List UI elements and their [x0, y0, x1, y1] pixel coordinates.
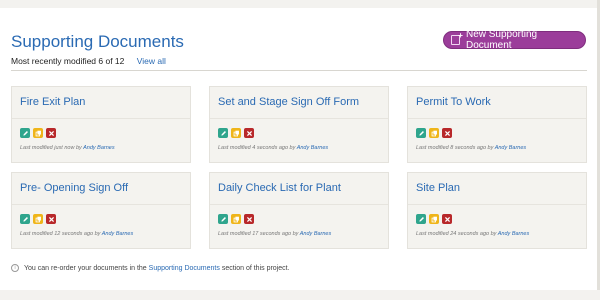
document-title[interactable]: Set and Stage Sign Off Form — [218, 96, 359, 108]
pencil-icon — [418, 130, 424, 136]
modified-info: Last modified 4 seconds ago by Andy Barn… — [218, 145, 328, 151]
copy-button[interactable] — [33, 128, 43, 138]
pencil-icon — [220, 216, 226, 222]
document-title[interactable]: Permit To Work — [416, 96, 491, 108]
document-title[interactable]: Daily Check List for Plant — [218, 182, 341, 194]
modified-info: Last modified 17 seconds ago by Andy Bar… — [218, 231, 331, 237]
card-divider — [408, 118, 586, 119]
author-link[interactable]: Andy Barnes — [83, 145, 115, 151]
close-icon — [48, 216, 54, 222]
delete-button[interactable] — [244, 128, 254, 138]
copy-icon — [233, 216, 239, 222]
hint-text-before: You can re-order your documents in the — [24, 264, 147, 272]
copy-button[interactable] — [33, 214, 43, 224]
document-title[interactable]: Site Plan — [416, 182, 460, 194]
author-link[interactable]: Andy Barnes — [297, 145, 329, 151]
supporting-documents-link[interactable]: Supporting Documents — [149, 265, 220, 272]
edit-button[interactable] — [416, 214, 426, 224]
copy-button[interactable] — [429, 128, 439, 138]
author-link[interactable]: Andy Barnes — [495, 145, 527, 151]
modified-text: Last modified just now by — [20, 145, 82, 151]
pencil-icon — [418, 216, 424, 222]
copy-icon — [35, 216, 41, 222]
card-actions — [416, 128, 452, 138]
modified-info: Last modified 12 seconds ago by Andy Bar… — [20, 231, 133, 237]
card-divider — [210, 204, 388, 205]
close-icon — [444, 216, 450, 222]
card-actions — [20, 128, 56, 138]
edit-button[interactable] — [218, 128, 228, 138]
modified-text: Last modified 8 seconds ago by — [416, 145, 494, 151]
document-card[interactable]: Site Plan Last modified 24 seconds ago b… — [407, 172, 587, 249]
card-divider — [12, 118, 190, 119]
close-icon — [48, 130, 54, 136]
close-icon — [444, 130, 450, 136]
documents-count: Most recently modified 6 of 12 — [11, 56, 125, 66]
card-divider — [12, 204, 190, 205]
copy-icon — [35, 130, 41, 136]
card-divider — [408, 204, 586, 205]
card-divider — [210, 118, 388, 119]
modified-info: Last modified 8 seconds ago by Andy Barn… — [416, 145, 526, 151]
copy-button[interactable] — [231, 128, 241, 138]
edit-button[interactable] — [20, 214, 30, 224]
delete-button[interactable] — [46, 128, 56, 138]
new-supporting-document-button[interactable]: New Supporting Document — [443, 29, 586, 51]
author-link[interactable]: Andy Barnes — [300, 231, 332, 237]
document-card[interactable]: Fire Exit Plan Last modified just now by… — [11, 86, 191, 163]
author-link[interactable]: Andy Barnes — [102, 231, 134, 237]
view-all-link[interactable]: View all — [137, 56, 166, 66]
document-title[interactable]: Pre- Opening Sign Off — [20, 182, 128, 194]
modified-info: Last modified 24 seconds ago by Andy Bar… — [416, 231, 529, 237]
delete-button[interactable] — [442, 214, 452, 224]
card-actions — [218, 128, 254, 138]
header-divider — [11, 70, 587, 71]
modified-text: Last modified 12 seconds ago by — [20, 231, 101, 237]
author-link[interactable]: Andy Barnes — [498, 231, 530, 237]
delete-button[interactable] — [442, 128, 452, 138]
document-card[interactable]: Permit To Work Last modified 8 seconds a… — [407, 86, 587, 163]
copy-button[interactable] — [231, 214, 241, 224]
reorder-hint: i You can re-order your documents in the… — [11, 264, 290, 272]
edit-button[interactable] — [218, 214, 228, 224]
document-card[interactable]: Pre- Opening Sign Off Last modified 12 s… — [11, 172, 191, 249]
document-title[interactable]: Fire Exit Plan — [20, 96, 85, 108]
new-supporting-document-label: New Supporting Document — [465, 29, 538, 51]
copy-icon — [233, 130, 239, 136]
hint-text-after: section of this project. — [221, 264, 290, 272]
card-actions — [416, 214, 452, 224]
new-document-icon — [451, 31, 463, 45]
card-actions — [218, 214, 254, 224]
window-top-band — [0, 0, 600, 8]
delete-button[interactable] — [244, 214, 254, 224]
edit-button[interactable] — [416, 128, 426, 138]
modified-text: Last modified 17 seconds ago by — [218, 231, 299, 237]
document-card[interactable]: Daily Check List for Plant Last modified… — [209, 172, 389, 249]
pencil-icon — [22, 216, 28, 222]
modified-text: Last modified 24 seconds ago by — [416, 231, 497, 237]
edit-button[interactable] — [20, 128, 30, 138]
document-card[interactable]: Set and Stage Sign Off Form Last modifie… — [209, 86, 389, 163]
card-actions — [20, 214, 56, 224]
copy-icon — [431, 216, 437, 222]
pencil-icon — [22, 130, 28, 136]
delete-button[interactable] — [46, 214, 56, 224]
copy-button[interactable] — [429, 214, 439, 224]
page-title: Supporting Documents — [11, 32, 184, 51]
modified-info: Last modified just now by Andy Barnes — [20, 145, 115, 151]
documents-summary: Most recently modified 6 of 12 View all — [11, 56, 166, 66]
pencil-icon — [220, 130, 226, 136]
copy-icon — [431, 130, 437, 136]
modified-text: Last modified 4 seconds ago by — [218, 145, 296, 151]
close-icon — [246, 130, 252, 136]
info-icon: i — [11, 264, 19, 272]
close-icon — [246, 216, 252, 222]
window-bottom-band — [0, 290, 600, 300]
